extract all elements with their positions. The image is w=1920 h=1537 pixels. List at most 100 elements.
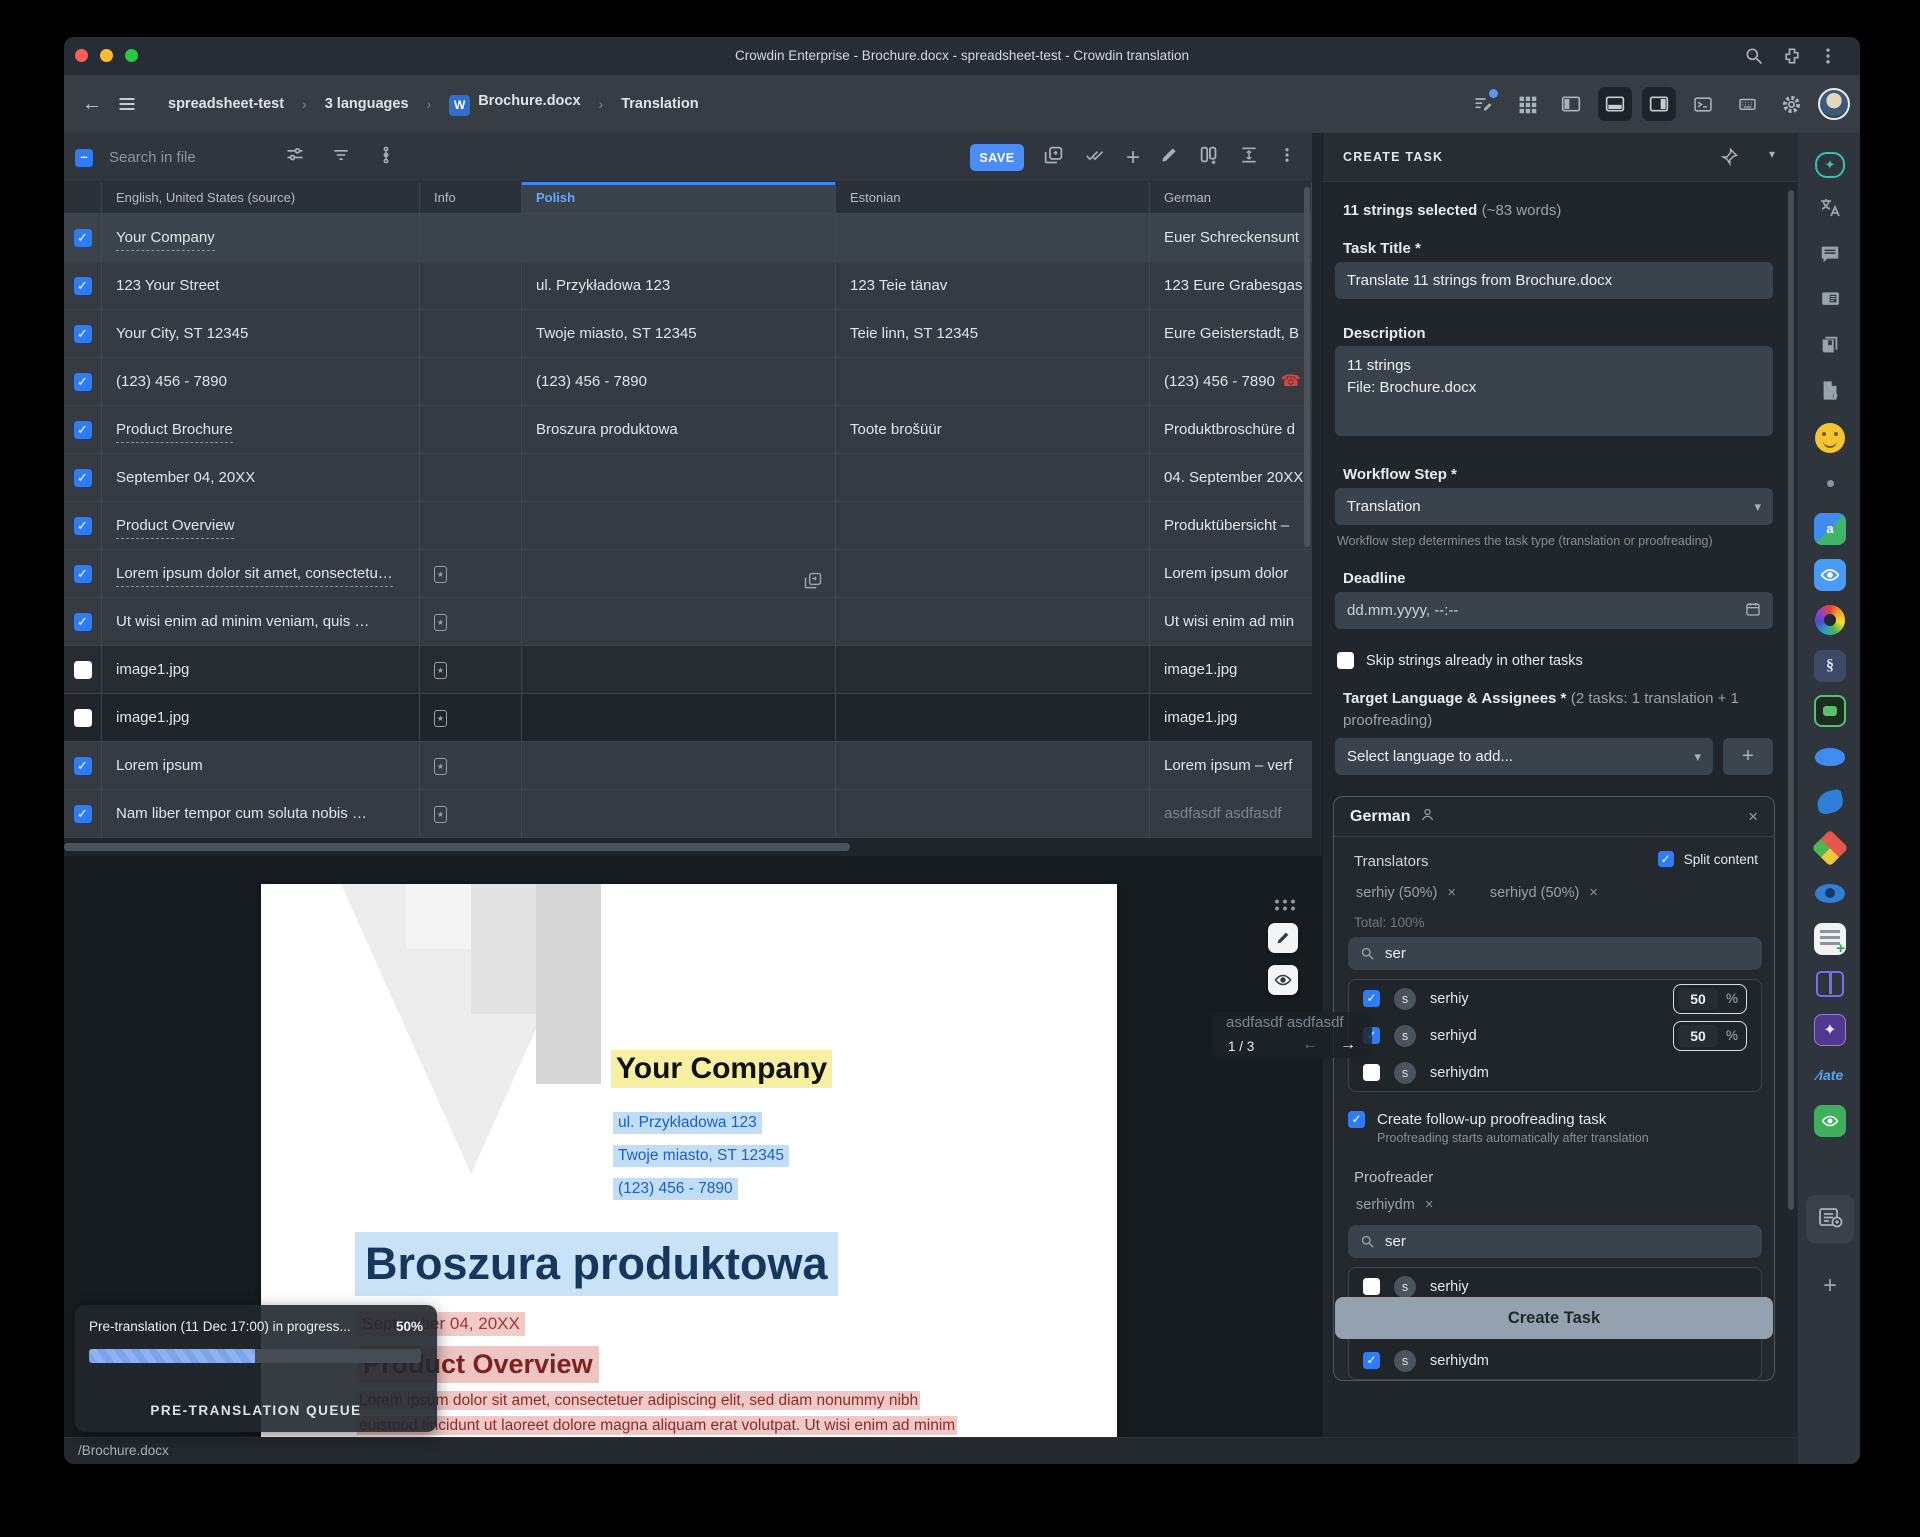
source-cell[interactable]: Product Brochure (102, 406, 420, 454)
polish-cell[interactable] (522, 694, 836, 742)
percentage-input[interactable]: 50% (1673, 1021, 1747, 1051)
add-language-button[interactable]: + (1723, 738, 1773, 775)
assignee-row[interactable]: ✓sserhiy50% (1349, 980, 1761, 1017)
estonian-cell[interactable]: Teie linn, ST 12345 (836, 310, 1150, 358)
german-cell[interactable]: 04. September 20XX (1150, 454, 1312, 502)
search-icon[interactable] (1744, 46, 1764, 66)
search-settings-icon[interactable] (285, 145, 305, 170)
source-cell[interactable]: (123) 456 - 7890 (102, 358, 420, 406)
dot-app-icon[interactable] (1812, 466, 1848, 502)
grid-hscrollbar[interactable] (64, 838, 1312, 856)
string-row[interactable]: ✓Product OverviewProduktübersicht – (64, 502, 1312, 550)
row-checkbox[interactable]: ✓ (74, 469, 92, 487)
row-checkbox[interactable]: ✓ (74, 565, 92, 583)
deadline-input[interactable]: dd.mm.yyyy, --:-- (1335, 592, 1773, 629)
string-row[interactable]: ✓Your CompanyEuer Schreckensunt (64, 214, 1312, 262)
remove-proofreader-icon[interactable]: × (1425, 1197, 1433, 1213)
proofreader-search-input[interactable]: ser (1348, 1225, 1762, 1258)
polish-cell[interactable]: Twoje miasto, ST 12345 (522, 310, 836, 358)
emoji-app-icon[interactable] (1812, 420, 1848, 456)
copy-source-icon[interactable] (1043, 145, 1064, 171)
pager-next-icon[interactable]: → (1340, 1036, 1356, 1054)
grid-vscrollbar[interactable] (1304, 187, 1310, 547)
extensions-icon[interactable] (1782, 46, 1802, 66)
source-cell[interactable]: Product Overview (102, 502, 420, 550)
assignee-row[interactable]: ✓sserhiydm (1349, 1342, 1761, 1379)
keyboard-icon[interactable] (1730, 87, 1764, 121)
back-button[interactable]: ← (78, 90, 106, 118)
filter-icon[interactable] (331, 145, 351, 170)
estonian-cell[interactable] (836, 454, 1150, 502)
whale-app-icon[interactable] (1812, 739, 1848, 775)
source-cell[interactable]: Your Company (102, 214, 420, 262)
row-checkbox[interactable] (74, 661, 92, 679)
column-header-english-united-states-source-[interactable]: English, United States (source) (102, 182, 420, 214)
source-cell[interactable]: image1.jpg (102, 646, 420, 694)
terminal-icon[interactable] (1686, 87, 1720, 121)
german-cell[interactable]: asdfasdf asdfasdf (1150, 790, 1312, 838)
task-title-input[interactable]: Translate 11 strings from Brochure.docx (1335, 262, 1773, 299)
browser-menu-icon[interactable] (1818, 46, 1838, 66)
polish-cell[interactable]: Broszura produktowa (522, 406, 836, 454)
row-checkbox[interactable]: ✓ (74, 805, 92, 823)
column-header-estonian[interactable]: Estonian (836, 182, 1150, 214)
row-checkbox[interactable]: ✓ (74, 757, 92, 775)
breadcrumb-item-brochure-docx[interactable]: WBrochure.docx (449, 93, 580, 116)
string-flow-icon[interactable] (377, 144, 395, 171)
string-row[interactable]: ✓Lorem ipsum★Lorem ipsum – verf (64, 742, 1312, 790)
strings-edit-icon[interactable] (1466, 87, 1500, 121)
pin-panel-icon[interactable] (1719, 147, 1739, 172)
iate-app-icon[interactable]: ⁄iate (1812, 1057, 1848, 1093)
assignee-checkbox[interactable] (1363, 1278, 1380, 1295)
german-cell[interactable]: Lorem ipsum – verf (1150, 742, 1312, 790)
german-cell[interactable]: 123 Eure Grabesgas (1150, 262, 1312, 310)
row-checkbox[interactable]: ✓ (74, 229, 92, 247)
preview-visibility-button[interactable] (1268, 965, 1298, 995)
approve-all-icon[interactable] (1083, 145, 1107, 170)
polish-cell[interactable] (522, 742, 836, 790)
row-checkbox[interactable]: ✓ (74, 277, 92, 295)
assignee-checkbox[interactable] (1363, 1064, 1380, 1081)
estonian-cell[interactable] (836, 694, 1150, 742)
string-row[interactable]: ✓Lorem ipsum dolor sit amet, consectetu…… (64, 550, 1312, 598)
string-row[interactable]: ✓(123) 456 - 7890(123) 456 - 7890(123) 4… (64, 358, 1312, 406)
drag-handle-icon[interactable] (1273, 898, 1295, 911)
estonian-cell[interactable] (836, 502, 1150, 550)
color-wheel-app-icon[interactable] (1812, 602, 1848, 638)
column-header-german[interactable]: German (1150, 182, 1312, 214)
estonian-cell[interactable] (836, 550, 1150, 598)
remove-language-icon[interactable]: × (1748, 807, 1758, 827)
create-task-rail-icon[interactable] (1806, 1195, 1854, 1243)
ai-tool-icon[interactable]: ✦ (1812, 147, 1848, 183)
translation-memory-icon[interactable] (1812, 284, 1848, 320)
more-options-icon[interactable] (1278, 145, 1296, 170)
polish-cell[interactable]: (123) 456 - 7890 (522, 358, 836, 406)
glossary-icon[interactable] (1812, 329, 1848, 365)
file-context-icon[interactable]: i (1812, 375, 1848, 411)
polish-cell[interactable] (522, 214, 836, 262)
source-cell[interactable]: Ut wisi enim ad minim veniam, quis … (102, 598, 420, 646)
polish-cell[interactable]: ul. Przykładowa 123 (522, 262, 836, 310)
layout-right-panel-icon[interactable] (1642, 87, 1676, 121)
polish-cell[interactable] (522, 790, 836, 838)
source-cell[interactable]: 123 Your Street (102, 262, 420, 310)
assignee-row[interactable]: ✓sserhiyd50% (1349, 1017, 1761, 1054)
camera-app-icon[interactable] (1812, 693, 1848, 729)
estonian-cell[interactable]: 123 Teie tänav (836, 262, 1150, 310)
source-cell[interactable]: Lorem ipsum (102, 742, 420, 790)
remove-translator-icon[interactable]: × (1447, 885, 1455, 901)
source-cell[interactable]: image1.jpg (102, 694, 420, 742)
source-cell[interactable]: Nam liber tempor cum soluta nobis … (102, 790, 420, 838)
german-cell[interactable]: Ut wisi enim ad min (1150, 598, 1312, 646)
estonian-cell[interactable] (836, 646, 1150, 694)
string-row[interactable]: ✓ 123 Your Street ul. Przykładowa 123123 T… (64, 262, 1312, 310)
machine-translation-icon[interactable] (1812, 193, 1848, 229)
string-row[interactable]: ✓Ut wisi enim ad minim veniam, quis …★Ut… (64, 598, 1312, 646)
german-cell[interactable]: Eure Geisterstadt, B (1150, 310, 1312, 358)
polish-cell[interactable] (522, 454, 836, 502)
row-checkbox[interactable]: ✓ (74, 373, 92, 391)
estonian-cell[interactable] (836, 742, 1150, 790)
breadcrumb-item-translation[interactable]: Translation (621, 96, 698, 112)
description-textarea[interactable]: 11 strings File: Brochure.docx (1335, 346, 1773, 436)
panel-collapse-icon[interactable]: ▾ (1769, 147, 1775, 161)
